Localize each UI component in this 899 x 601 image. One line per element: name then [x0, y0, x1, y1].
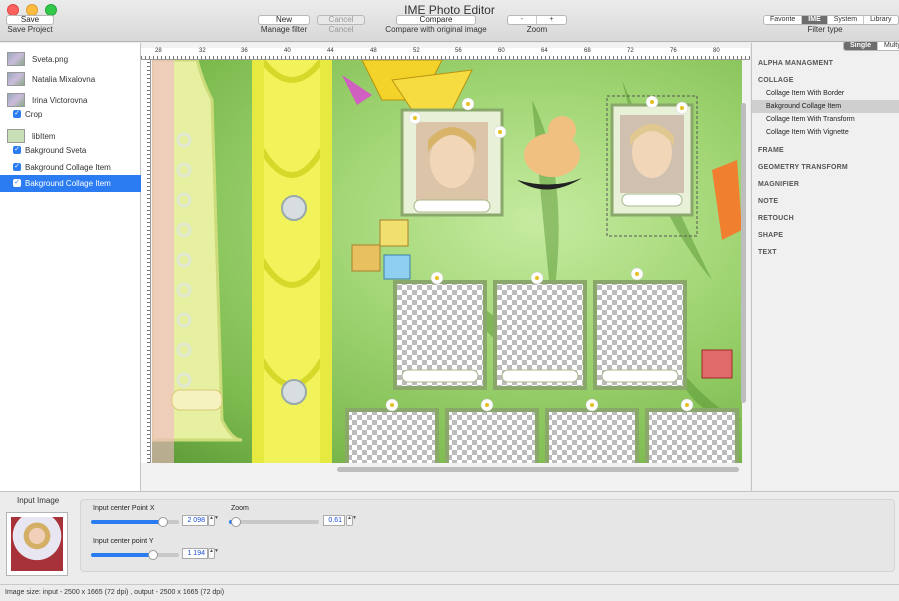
layer-row-selected[interactable]: ✓ Bakground Collage Item	[0, 175, 141, 192]
layer-label: Crop	[25, 110, 43, 119]
filter-item[interactable]: Collage Item With Transform	[752, 113, 899, 126]
filter-mode-control: Single Multy	[843, 41, 899, 51]
ruler-tick: 40	[284, 48, 291, 54]
filter-type-control: Favorite IME System Library	[763, 15, 899, 25]
filter-type-caption: Filter type	[807, 25, 843, 34]
ruler-tick: 60	[498, 48, 505, 54]
checkbox-checked-icon[interactable]: ✓	[13, 146, 21, 154]
filter-category[interactable]: NOTE	[758, 198, 778, 205]
cancel-caption: Cancel	[328, 25, 354, 34]
layer-label: Natalia Mixalovna	[32, 75, 96, 84]
center-x-slider[interactable]	[91, 517, 179, 527]
ruler-tick: 56	[455, 48, 462, 54]
filter-item-selected[interactable]: Bakground Collage Item	[752, 100, 899, 113]
save-caption: Save Project	[7, 25, 53, 34]
ruler-tick: 32	[199, 48, 206, 54]
center-y-stepper[interactable]: ▲▼	[208, 548, 219, 559]
center-x-stepper[interactable]: ▲▼	[208, 515, 219, 526]
filter-type-system[interactable]: System	[828, 16, 865, 24]
vertical-ruler	[141, 60, 151, 463]
zoom-slider[interactable]	[229, 517, 319, 527]
filter-type-library[interactable]: Library	[864, 16, 897, 24]
slider-knob[interactable]	[147, 550, 158, 560]
slider-knob[interactable]	[231, 517, 242, 527]
layer-row[interactable]: ✓ Bakground Collage Item	[0, 159, 141, 176]
filter-category[interactable]: RETOUCH	[758, 215, 794, 222]
status-bar: Image size: input - 2500 x 1665 (72 dpi)…	[0, 584, 899, 601]
filter-item[interactable]: Collage Item With Border	[752, 87, 899, 100]
input-panel: Input Image Input center Point X 2 098 ▲…	[0, 491, 899, 584]
filter-category[interactable]: COLLAGE	[758, 77, 794, 84]
layer-thumbnail	[7, 52, 25, 66]
ruler-tick: 44	[327, 48, 334, 54]
input-image-thumbnail[interactable]	[6, 512, 68, 576]
compare-caption: Compare with original image	[385, 25, 487, 34]
ruler-tick: 36	[241, 48, 248, 54]
ruler-tick: 64	[541, 48, 548, 54]
layer-label: Bakground Sveta	[25, 146, 87, 155]
ruler-tick: 52	[413, 48, 420, 54]
filter-category[interactable]: MAGNIFIER	[758, 181, 799, 188]
filter-parameters: Input center Point X 2 098 ▲▼ Zoom 0.61 …	[80, 499, 895, 572]
ruler-tick: 72	[627, 48, 634, 54]
ruler-tick: 76	[670, 48, 677, 54]
layer-label: Bakground Collage Item	[25, 163, 111, 172]
mode-multy[interactable]: Multy	[878, 42, 899, 50]
filter-item[interactable]: Collage Item With Vignette	[752, 126, 899, 139]
ruler-tick: 48	[370, 48, 377, 54]
save-button[interactable]: Save	[6, 15, 54, 25]
checkbox-checked-icon[interactable]: ✓	[13, 179, 21, 187]
filter-category[interactable]: GEOMETRY TRANSFORM	[758, 164, 848, 171]
layer-thumbnail	[7, 93, 25, 107]
cancel-button[interactable]: Cancel	[317, 15, 365, 25]
collage-canvas-image[interactable]	[152, 60, 742, 463]
compare-button[interactable]: Compare	[396, 15, 476, 25]
layer-row[interactable]: Sveta.png	[0, 51, 141, 68]
checkbox-checked-icon[interactable]: ✓	[13, 163, 21, 171]
slider-knob[interactable]	[158, 517, 169, 527]
layer-thumbnail	[7, 72, 25, 86]
new-filter-button[interactable]: New	[258, 15, 310, 25]
canvas-area: 28 32 36 40 44 48 52 56 60 64 68 72 76 8…	[141, 43, 750, 491]
filter-category[interactable]: TEXT	[758, 249, 777, 256]
ruler-tick: 28	[155, 48, 162, 54]
layer-row[interactable]: ✓ Bakground Sveta	[0, 142, 141, 159]
ruler-tick: 68	[584, 48, 591, 54]
center-y-field[interactable]: 1 194	[182, 548, 208, 559]
vertical-scrollbar[interactable]	[741, 103, 746, 403]
input-image-title: Input Image	[17, 496, 60, 505]
center-x-label: Input center Point X	[93, 505, 155, 512]
zoom-caption: Zoom	[526, 25, 548, 34]
zoom-out-button[interactable]: -	[508, 16, 537, 24]
zoom-field[interactable]: 0.61	[323, 515, 345, 526]
filter-category[interactable]: ALPHA MANAGMENT	[758, 60, 833, 67]
filter-type-ime[interactable]: IME	[802, 16, 828, 24]
center-x-field[interactable]: 2 098	[182, 515, 208, 526]
zoom-in-button[interactable]: +	[537, 16, 566, 24]
filter-category[interactable]: SHAPE	[758, 232, 783, 239]
manage-filter-caption: Manage filter	[260, 25, 308, 34]
layer-row[interactable]: ✓ Crop	[0, 106, 141, 123]
layer-row[interactable]: Natalia Mixalovna	[0, 71, 141, 88]
zoom-control: - +	[507, 15, 567, 25]
layers-panel: Sveta.png Natalia Mixalovna Irina Victor…	[0, 43, 141, 491]
horizontal-ruler: 28 32 36 40 44 48 52 56 60 64 68 72 76 8…	[141, 48, 750, 60]
zoom-label: Zoom	[231, 505, 249, 512]
checkbox-checked-icon[interactable]: ✓	[13, 110, 21, 118]
zoom-stepper[interactable]: ▲▼	[346, 515, 357, 526]
mode-single[interactable]: Single	[844, 42, 879, 50]
filters-panel: Single Multy ALPHA MANAGMENT COLLAGE Col…	[751, 41, 899, 491]
center-y-slider[interactable]	[91, 550, 179, 560]
center-y-label: Input center point Y	[93, 538, 154, 545]
layer-label: Bakground Collage Item	[25, 179, 111, 188]
layer-label: Sveta.png	[32, 55, 69, 64]
filter-type-favorite[interactable]: Favorite	[764, 16, 803, 24]
group-folder-icon	[7, 129, 25, 143]
filter-category[interactable]: FRAME	[758, 147, 784, 154]
toolbar: IME Photo Editor Save Save Project New M…	[0, 0, 899, 42]
horizontal-scrollbar[interactable]	[337, 467, 739, 472]
ruler-tick: 80	[713, 48, 720, 54]
